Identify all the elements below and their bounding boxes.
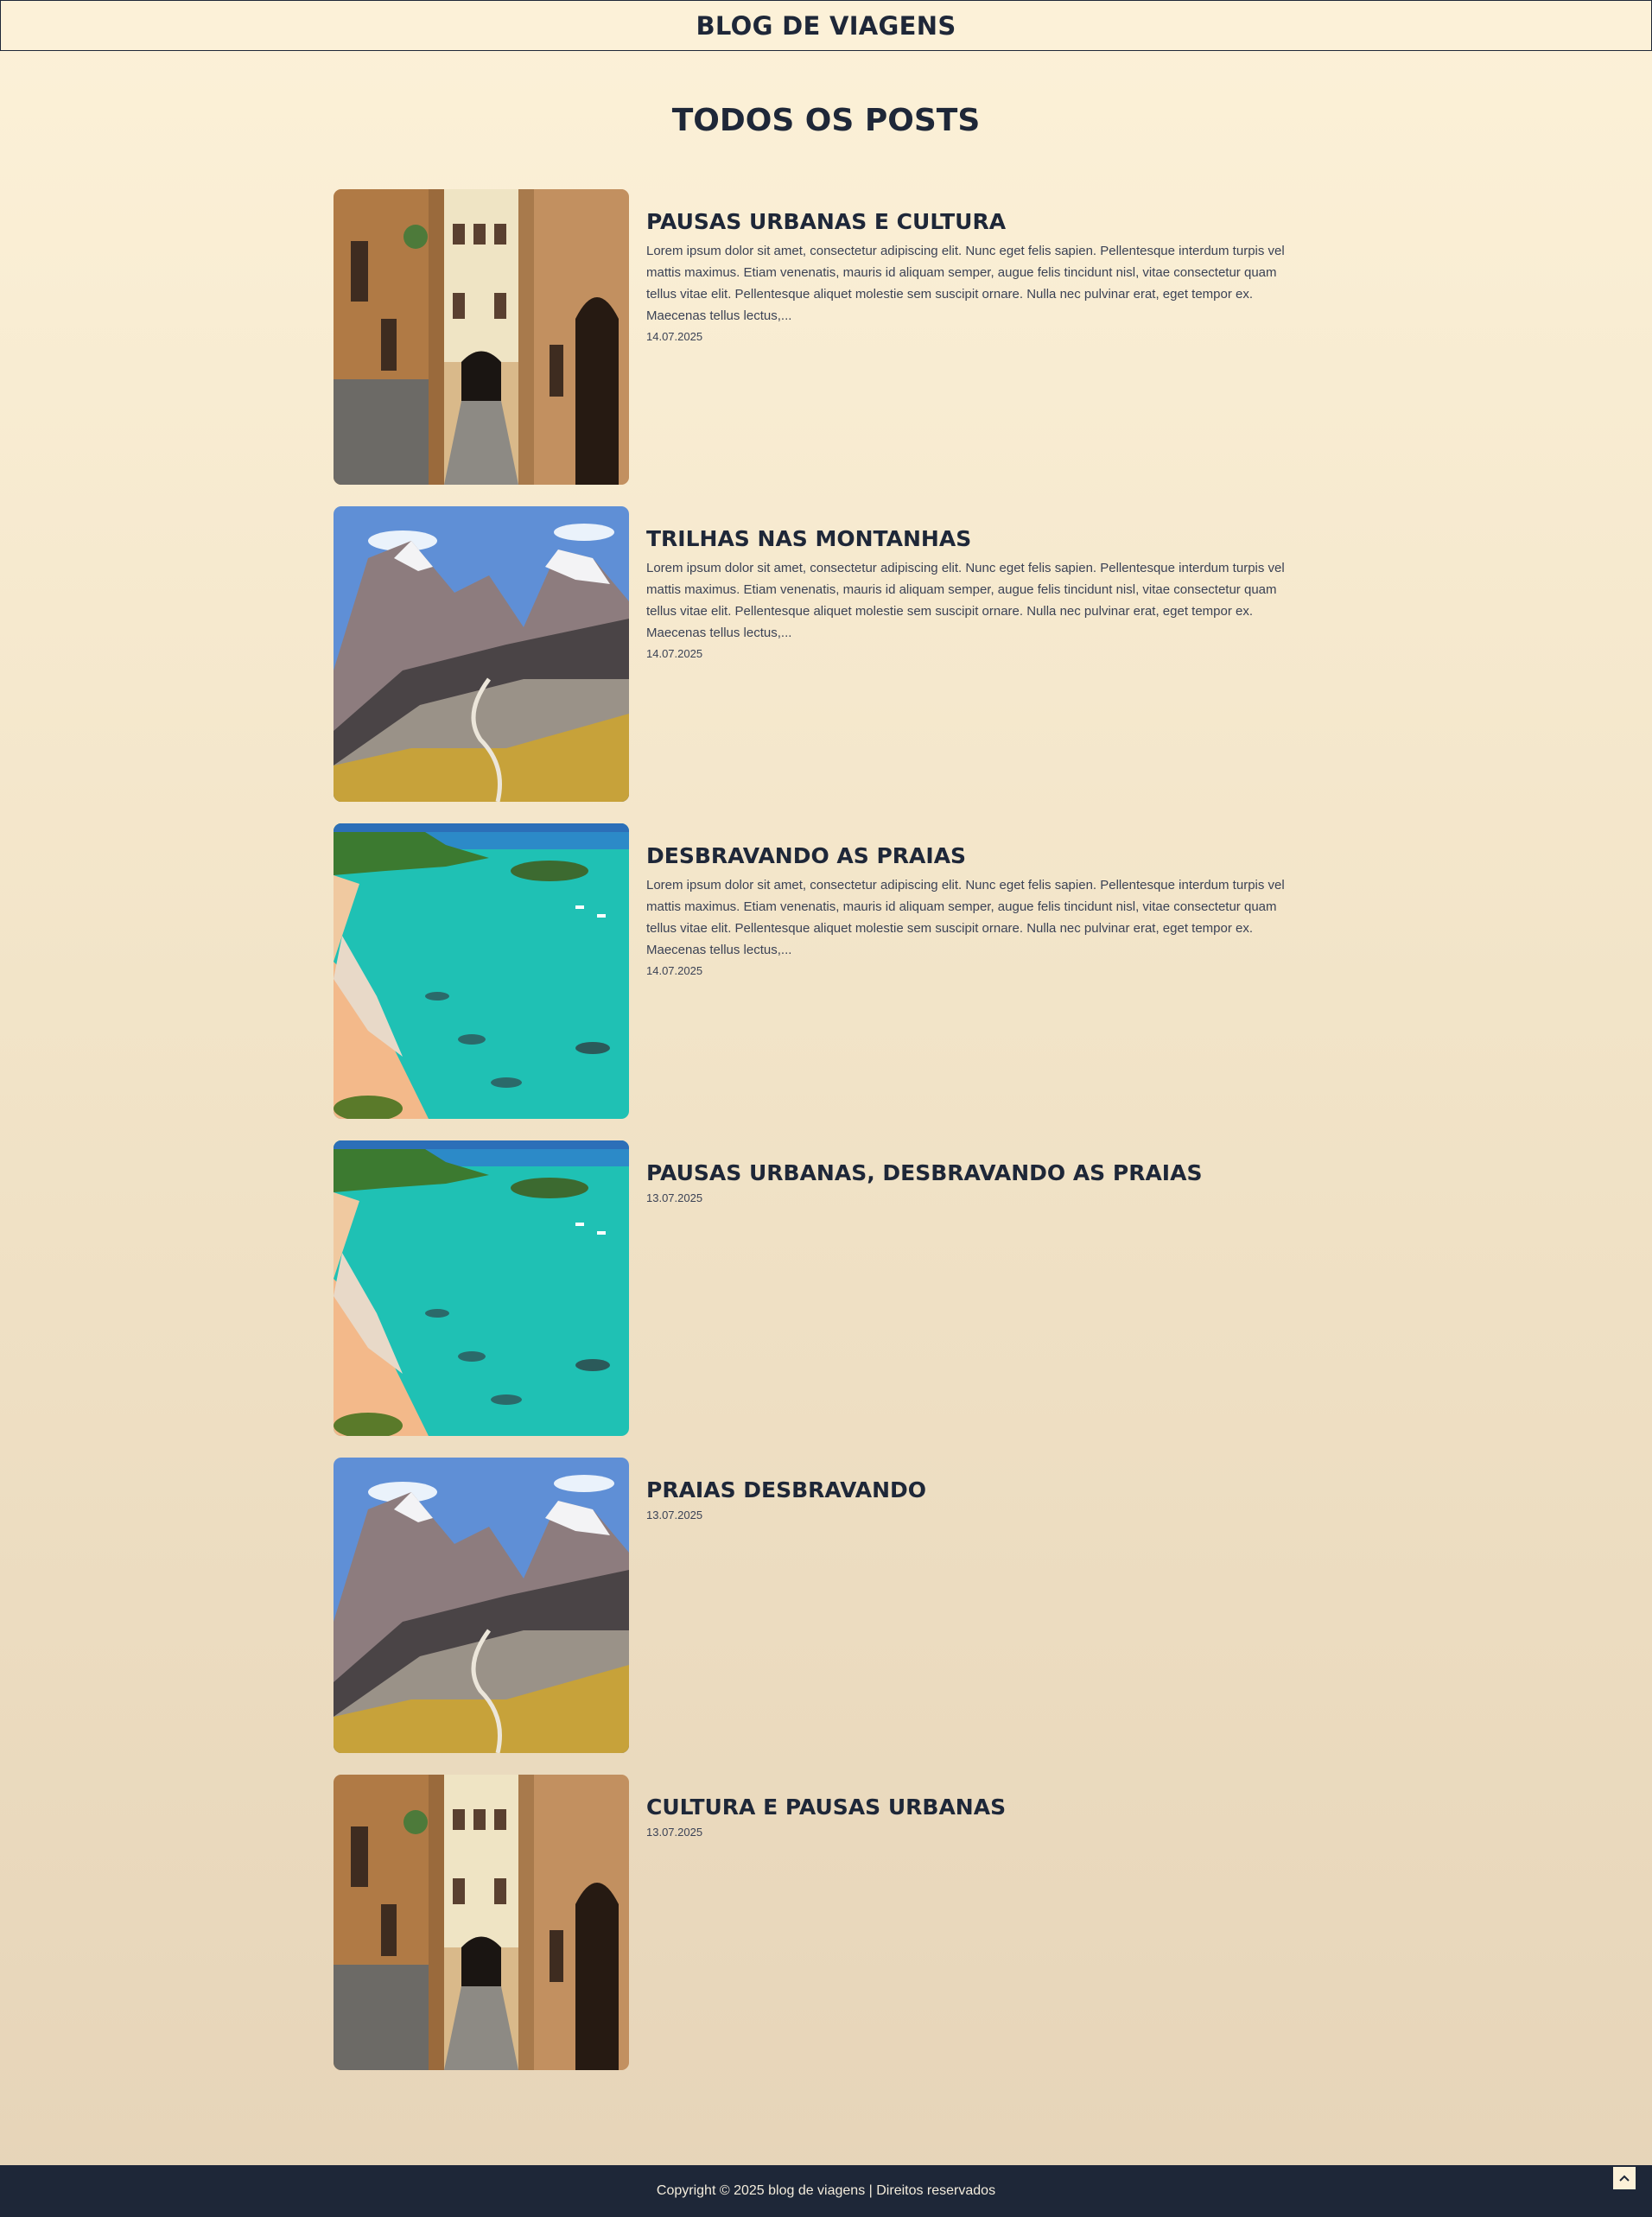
site-title[interactable]: BLOG DE VIAGENS — [696, 11, 956, 41]
post-body: CULTURA E PAUSAS URBANAS 13.07.2025 — [629, 1775, 1301, 2070]
post-date: 14.07.2025 — [646, 647, 703, 661]
street-alley-photo — [334, 1775, 629, 2070]
mountain-trail-photo — [334, 506, 629, 802]
post-excerpt: Lorem ipsum dolor sit amet, consectetur … — [646, 244, 1285, 324]
street-alley-photo — [334, 189, 629, 485]
post-card[interactable]: TRILHAS NAS MONTANHAS Lorem ipsum dolor … — [334, 506, 1318, 802]
post-body: DESBRAVANDO AS PRAIAS Lorem ipsum dolor … — [629, 823, 1301, 1119]
post-thumbnail[interactable] — [334, 1775, 629, 2070]
post-card[interactable]: PAUSAS URBANAS, DESBRAVANDO AS PRAIAS 13… — [334, 1140, 1318, 1436]
post-date: 14.07.2025 — [646, 964, 703, 978]
page-heading: TODOS OS POSTS — [671, 103, 981, 138]
post-date: 13.07.2025 — [646, 1826, 703, 1839]
beach-photo — [334, 1140, 629, 1436]
post-card[interactable]: CULTURA E PAUSAS URBANAS 13.07.2025 — [334, 1775, 1318, 2070]
post-card[interactable]: PRAIAS DESBRAVANDO 13.07.2025 — [334, 1458, 1318, 1753]
site-footer: Copyright © 2025 blog de viagens | Direi… — [0, 2165, 1652, 2217]
post-title[interactable]: PRAIAS DESBRAVANDO — [646, 1477, 1301, 1503]
post-thumbnail[interactable] — [334, 823, 629, 1119]
post-title[interactable]: PAUSAS URBANAS, DESBRAVANDO AS PRAIAS — [646, 1159, 1301, 1186]
post-excerpt: Lorem ipsum dolor sit amet, consectetur … — [646, 561, 1285, 641]
post-list: PAUSAS URBANAS E CULTURA Lorem ipsum dol… — [334, 189, 1318, 2092]
post-title[interactable]: TRILHAS NAS MONTANHAS — [646, 525, 1301, 552]
post-title[interactable]: DESBRAVANDO AS PRAIAS — [646, 842, 1301, 869]
post-title[interactable]: CULTURA E PAUSAS URBANAS — [646, 1794, 1301, 1820]
post-thumbnail[interactable] — [334, 189, 629, 485]
post-card[interactable]: PAUSAS URBANAS E CULTURA Lorem ipsum dol… — [334, 189, 1318, 485]
post-excerpt: Lorem ipsum dolor sit amet, consectetur … — [646, 878, 1285, 958]
post-thumbnail[interactable] — [334, 506, 629, 802]
chevron-up-icon — [1619, 2175, 1630, 2182]
post-thumbnail[interactable] — [334, 1140, 629, 1436]
post-date: 14.07.2025 — [646, 330, 703, 344]
mountain-trail-photo — [334, 1458, 629, 1753]
copyright-text: Copyright © 2025 blog de viagens | Direi… — [656, 2183, 996, 2198]
post-body: TRILHAS NAS MONTANHAS Lorem ipsum dolor … — [629, 506, 1301, 802]
post-body: PAUSAS URBANAS E CULTURA Lorem ipsum dol… — [629, 189, 1301, 485]
back-to-top-button[interactable] — [1612, 2166, 1636, 2190]
post-thumbnail[interactable] — [334, 1458, 629, 1753]
beach-photo — [334, 823, 629, 1119]
post-title[interactable]: PAUSAS URBANAS E CULTURA — [646, 208, 1301, 235]
post-date: 13.07.2025 — [646, 1191, 703, 1205]
site-header: BLOG DE VIAGENS — [0, 0, 1652, 51]
post-body: PRAIAS DESBRAVANDO 13.07.2025 — [629, 1458, 1301, 1753]
post-date: 13.07.2025 — [646, 1509, 703, 1522]
post-body: PAUSAS URBANAS, DESBRAVANDO AS PRAIAS 13… — [629, 1140, 1301, 1436]
post-card[interactable]: DESBRAVANDO AS PRAIAS Lorem ipsum dolor … — [334, 823, 1318, 1119]
